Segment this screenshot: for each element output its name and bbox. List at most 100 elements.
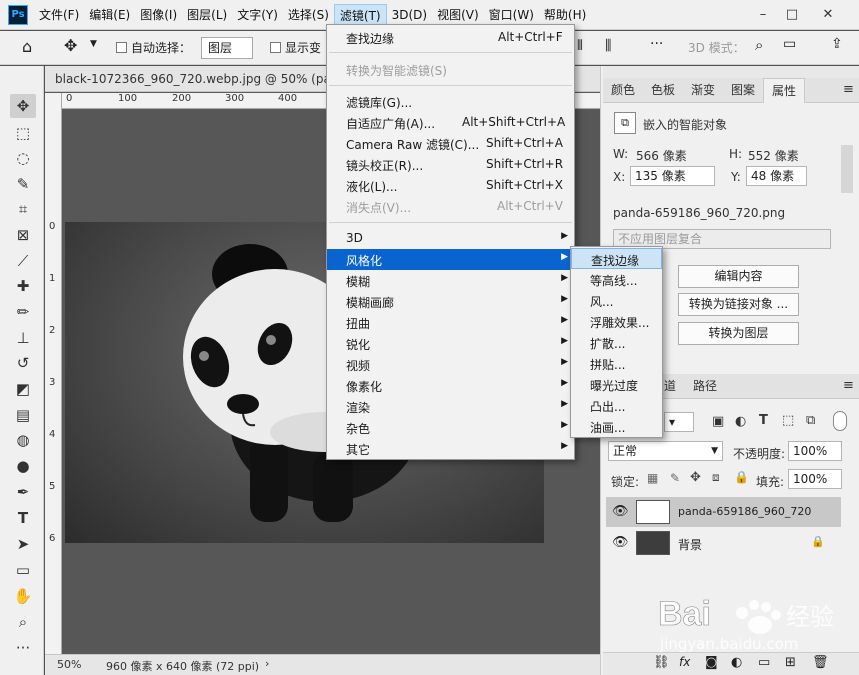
menu-item-blur-gallery[interactable]: 模糊画廊 ▶ xyxy=(327,291,574,312)
pixel-filter-icon[interactable]: ▣ xyxy=(712,414,724,429)
menu-item-filter-gallery[interactable]: 滤镜库(G)... xyxy=(327,91,574,112)
healing-brush-icon[interactable]: ✚ xyxy=(10,274,36,298)
tab-patterns[interactable]: 图案 xyxy=(723,78,763,103)
pen-tool-icon[interactable]: ✒ xyxy=(10,480,36,504)
layer-row-panda[interactable]: 👁 panda-659186_960_720 xyxy=(606,497,841,527)
menu-item-blur[interactable]: 模糊 ▶ xyxy=(327,270,574,291)
submenu-item-contour[interactable]: 等高线... xyxy=(571,269,662,290)
menu-help[interactable]: 帮助(H) xyxy=(539,4,591,26)
move-tool-icon[interactable]: ✥ xyxy=(10,94,36,118)
submenu-item-solarize[interactable]: 曝光过度 xyxy=(571,374,662,395)
zoom-tool-icon[interactable]: ⌕ xyxy=(10,610,36,634)
lock-pixels-icon[interactable]: ✎ xyxy=(670,471,680,485)
menu-edit[interactable]: 编辑(E) xyxy=(84,4,135,26)
move-tool-icon[interactable]: ✥ xyxy=(64,36,77,55)
menu-image[interactable]: 图像(I) xyxy=(135,4,182,26)
panel-menu-icon[interactable]: ≡ xyxy=(835,78,859,103)
more-tools-icon[interactable]: ··· xyxy=(10,636,36,660)
chevron-down-icon[interactable]: ▼ xyxy=(90,39,97,49)
menu-layer[interactable]: 图层(L) xyxy=(182,4,232,26)
adjustment-filter-icon[interactable]: ◐ xyxy=(735,414,746,429)
type-tool-icon[interactable]: T xyxy=(10,506,36,530)
tab-gradients[interactable]: 渐变 xyxy=(683,78,723,103)
lock-position-icon[interactable]: ✥ xyxy=(690,470,701,485)
submenu-item-tiles[interactable]: 拼贴... xyxy=(571,353,662,374)
link-layers-icon[interactable]: ⛓ xyxy=(653,655,670,670)
auto-select-dropdown[interactable]: 图层 xyxy=(201,37,253,59)
menu-item-stylize[interactable]: 风格化 ▶ xyxy=(327,249,574,270)
menu-item-find-edges-last[interactable]: 查找边缘 Alt+Ctrl+F xyxy=(327,27,574,48)
x-field[interactable]: 135 像素 xyxy=(630,166,715,186)
tab-properties[interactable]: 属性 xyxy=(763,78,806,103)
marquee-tool-icon[interactable]: ⬚ xyxy=(10,121,36,145)
menu-item-3d[interactable]: 3D ▶ xyxy=(327,228,574,249)
tab-paths[interactable]: 路径 xyxy=(685,374,725,399)
workspace-icon[interactable]: ▭ xyxy=(783,36,796,52)
crop-tool-icon[interactable]: ⌗ xyxy=(10,197,36,221)
path-select-icon[interactable]: ➤ xyxy=(10,532,36,556)
close-button[interactable]: ✕ xyxy=(815,3,841,25)
search-icon[interactable]: ⌕ xyxy=(755,36,763,54)
menu-item-video[interactable]: 视频 ▶ xyxy=(327,354,574,375)
menu-item-pixelate[interactable]: 像素化 ▶ xyxy=(327,375,574,396)
hand-tool-icon[interactable]: ✋ xyxy=(10,584,36,608)
lasso-tool-icon[interactable]: ◌ xyxy=(10,146,36,170)
minimize-button[interactable]: – xyxy=(750,3,776,25)
submenu-item-emboss[interactable]: 浮雕效果... xyxy=(571,311,662,332)
auto-select-checkbox[interactable]: 自动选择： xyxy=(116,39,191,56)
tab-color[interactable]: 颜色 xyxy=(603,78,643,103)
filter-dropdown[interactable]: ▾ xyxy=(664,412,694,432)
menu-item-other[interactable]: 其它 ▶ xyxy=(327,438,574,459)
trash-icon[interactable]: 🗑 xyxy=(812,655,829,670)
panel-menu-icon[interactable]: ≡ xyxy=(835,374,859,399)
menu-file[interactable]: 文件(F) xyxy=(34,4,84,26)
lock-artboard-icon[interactable]: ⧈ xyxy=(712,470,720,485)
lock-transparent-icon[interactable]: ▦ xyxy=(647,471,658,485)
menu-item-render[interactable]: 渲染 ▶ xyxy=(327,396,574,417)
layer-row-background[interactable]: 👁 背景 🔒 xyxy=(606,528,841,558)
blur-tool-icon[interactable]: ◍ xyxy=(10,428,36,452)
menu-select[interactable]: 选择(S) xyxy=(283,4,334,26)
frame-tool-icon[interactable]: ⊠ xyxy=(10,223,36,247)
rectangle-tool-icon[interactable]: ▭ xyxy=(10,558,36,582)
gradient-tool-icon[interactable]: ▤ xyxy=(10,403,36,427)
submenu-item-find-edges[interactable]: 查找边缘 xyxy=(571,248,662,269)
fx-icon[interactable]: fx xyxy=(679,655,690,669)
visibility-eye-icon[interactable]: 👁 xyxy=(612,504,629,519)
convert-to-layers-button[interactable]: 转换为图层 xyxy=(678,322,799,345)
menu-item-liquify[interactable]: 液化(L)... Shift+Ctrl+X xyxy=(327,175,574,196)
tab-swatches[interactable]: 色板 xyxy=(643,78,683,103)
edit-contents-button[interactable]: 编辑内容 xyxy=(678,265,799,288)
menu-filter[interactable]: 滤镜(T) xyxy=(333,3,387,26)
menu-3d[interactable]: 3D(D) xyxy=(387,4,432,26)
history-brush-icon[interactable]: ↺ xyxy=(10,351,36,375)
brush-tool-icon[interactable]: ✏ xyxy=(10,300,36,324)
menu-item-lens-correction[interactable]: 镜头校正(R)... Shift+Ctrl+R xyxy=(327,154,574,175)
submenu-item-diffuse[interactable]: 扩散... xyxy=(571,332,662,353)
distribute-icon[interactable]: ⫴ xyxy=(577,38,583,54)
menu-item-distort[interactable]: 扭曲 ▶ xyxy=(327,312,574,333)
visibility-eye-icon[interactable]: 👁 xyxy=(612,535,629,550)
menu-item-adaptive-wide-angle[interactable]: 自适应广角(A)... Alt+Shift+Ctrl+A xyxy=(327,112,574,133)
fill-field[interactable]: 100% xyxy=(788,469,842,489)
blend-mode-dropdown[interactable]: 正常 ▼ xyxy=(608,441,723,461)
submenu-item-wind[interactable]: 风... xyxy=(571,290,662,311)
stamp-tool-icon[interactable]: ⊥ xyxy=(10,326,36,350)
menu-item-noise[interactable]: 杂色 ▶ xyxy=(327,417,574,438)
submenu-item-oil-paint[interactable]: 油画... xyxy=(571,416,662,437)
submenu-item-extrude[interactable]: 凸出... xyxy=(571,395,662,416)
lock-all-icon[interactable]: 🔒 xyxy=(734,470,749,484)
menu-item-sharpen[interactable]: 锐化 ▶ xyxy=(327,333,574,354)
status-arrow-icon[interactable]: › xyxy=(265,657,269,670)
menu-view[interactable]: 视图(V) xyxy=(432,4,484,26)
dodge-tool-icon[interactable]: ● xyxy=(10,454,36,478)
show-transform-checkbox[interactable]: 显示变 xyxy=(270,39,321,56)
menu-type[interactable]: 文字(Y) xyxy=(232,4,283,26)
mask-icon[interactable]: ◙ xyxy=(705,655,718,670)
vertical-ruler[interactable]: 0 1 2 3 4 5 6 xyxy=(45,93,62,654)
group-folder-icon[interactable]: ▭ xyxy=(758,655,770,670)
eraser-tool-icon[interactable]: ◩ xyxy=(10,377,36,401)
type-filter-icon[interactable]: T xyxy=(759,413,768,428)
menu-item-camera-raw[interactable]: Camera Raw 滤镜(C)... Shift+Ctrl+A xyxy=(327,133,574,154)
menu-window[interactable]: 窗口(W) xyxy=(484,4,539,26)
